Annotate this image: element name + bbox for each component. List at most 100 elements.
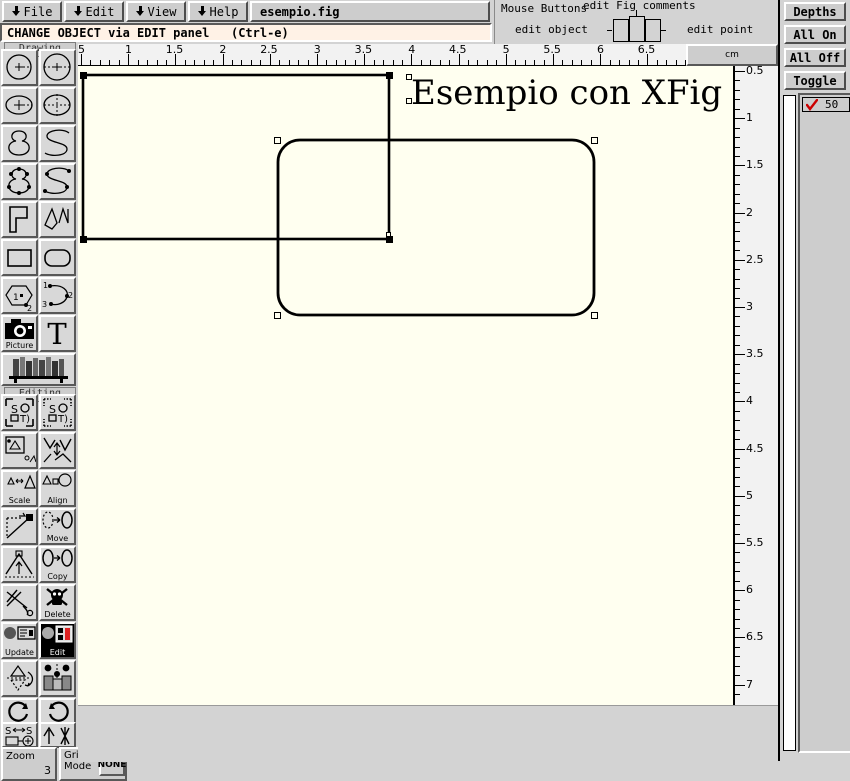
glue-objects-tool[interactable]: S T) xyxy=(1,394,38,431)
ruler-tick xyxy=(735,222,740,224)
move-point-tool[interactable] xyxy=(1,508,38,545)
flip-object-tool[interactable] xyxy=(1,660,38,697)
svg-text:T): T) xyxy=(19,414,30,425)
scale-icon xyxy=(7,474,36,489)
move-object-icon xyxy=(42,511,73,529)
ruler-tick xyxy=(735,231,740,233)
ruler-tick xyxy=(735,137,740,139)
selection-handle-round-center[interactable] xyxy=(386,232,391,237)
selection-handle-round-tl[interactable] xyxy=(274,137,281,144)
selection-handle-text-bottom[interactable] xyxy=(406,98,412,104)
scale-tool[interactable]: Scale xyxy=(1,470,38,507)
selection-handle-text-top[interactable] xyxy=(406,74,412,80)
ruler-tick xyxy=(203,60,205,65)
ruler-tick xyxy=(420,60,422,65)
ruler-tick xyxy=(675,60,677,65)
menu-help[interactable]: Help xyxy=(188,1,248,22)
box-tool[interactable] xyxy=(1,239,38,276)
ruler-tick xyxy=(439,60,441,65)
align-tool[interactable]: Align xyxy=(39,470,76,507)
ellipse-radius-icon xyxy=(5,95,33,115)
circle-radius-icon xyxy=(6,54,32,80)
update-object-tool[interactable]: Update xyxy=(1,622,38,659)
edit-object-tool[interactable]: Edit xyxy=(39,622,76,659)
toggle-button[interactable]: Toggle xyxy=(784,71,846,90)
ruler-tick xyxy=(735,609,740,611)
open-interpolated-spline-tool[interactable] xyxy=(39,163,76,200)
circle-by-radius-tool[interactable] xyxy=(1,49,38,86)
selection-handle-rect-br[interactable] xyxy=(386,236,393,243)
horizontal-ruler[interactable]: 5 1 1.5 2 2.5 3 3.5 4 4.5 5 5.5 6 6.5 xyxy=(78,44,778,66)
unit-indicator[interactable]: cm xyxy=(686,44,778,66)
selection-handle-round-tr[interactable] xyxy=(591,137,598,144)
add-point-icon xyxy=(5,550,34,578)
svg-text:3: 3 xyxy=(42,300,47,309)
filename-display[interactable]: esempio.fig xyxy=(250,1,490,22)
add-point-tool[interactable] xyxy=(1,546,38,583)
mirror-object-tool[interactable] xyxy=(39,660,76,697)
ruler-tick xyxy=(735,561,740,563)
delete-point-tool[interactable] xyxy=(1,584,38,621)
ruler-label: 4.5 xyxy=(746,441,764,455)
ruler-tick xyxy=(666,60,668,65)
delete-object-tool[interactable]: Delete xyxy=(39,584,76,621)
ruler-tick xyxy=(562,60,564,65)
selection-handle-rect-tl[interactable] xyxy=(80,72,87,79)
ruler-label: 4 xyxy=(746,394,753,408)
library-object-tool[interactable] xyxy=(1,353,76,386)
cut-split-tool[interactable] xyxy=(39,722,76,748)
ruler-label: 2 xyxy=(746,205,753,219)
mouse-right-leader xyxy=(661,30,666,31)
regular-polygon-tool[interactable]: 1 2 xyxy=(1,277,38,314)
vertical-ruler[interactable]: 0.5 1 1.5 2 2.5 3 3.5 4 4.5 5 5.5 6 6.5 7 xyxy=(735,66,778,705)
closed-interpolated-spline-tool[interactable] xyxy=(1,163,38,200)
glue-compound-icon: S T) xyxy=(5,398,34,427)
selection-handle-round-br[interactable] xyxy=(591,312,598,319)
arc-tool[interactable]: 1 2 3 xyxy=(39,277,76,314)
ruler-tick xyxy=(735,325,740,327)
copy-object-tool[interactable]: Copy xyxy=(39,546,76,583)
selection-handle-rect-tr[interactable] xyxy=(386,72,393,79)
convert-object-tool[interactable]: S S xyxy=(1,722,38,748)
ruler-tick xyxy=(735,467,740,469)
rounded-box-tool[interactable] xyxy=(39,239,76,276)
arc-icon: 1 2 3 xyxy=(42,281,73,309)
closed-spline-tool[interactable] xyxy=(1,125,38,162)
menu-edit[interactable]: Edit xyxy=(64,1,124,22)
circle-by-diameter-tool[interactable] xyxy=(39,49,76,86)
zoom-control[interactable]: Zoom 3 xyxy=(1,747,57,781)
polyline-tool[interactable] xyxy=(1,201,38,238)
mouse-right-button-icon xyxy=(645,19,661,42)
menu-view[interactable]: View xyxy=(126,1,186,22)
ruler-tick xyxy=(735,155,740,157)
all-off-button[interactable]: All Off xyxy=(784,48,846,67)
depth-list-item[interactable]: 50 xyxy=(802,97,850,112)
polygon-tool[interactable] xyxy=(39,201,76,238)
ruler-tick xyxy=(515,60,517,65)
rotate-ccw-icon xyxy=(48,701,69,722)
move-object-tool[interactable]: Move xyxy=(39,508,76,545)
open-spline-tool[interactable] xyxy=(39,125,76,162)
join-split-tool[interactable] xyxy=(39,432,76,469)
picture-object-tool[interactable]: Picture xyxy=(1,315,38,352)
ellipse-by-radius-tool[interactable] xyxy=(1,87,38,124)
depths-title-button[interactable]: Depths xyxy=(784,2,846,21)
polygon-icon xyxy=(44,206,69,230)
open-compound-tool[interactable] xyxy=(1,432,38,469)
ruler-tick xyxy=(735,684,745,686)
drawing-canvas[interactable]: Esempio con XFig xyxy=(78,66,735,705)
selection-handle-rect-bl[interactable] xyxy=(80,236,87,243)
menu-file[interactable]: File xyxy=(2,1,62,22)
text-tool[interactable]: T xyxy=(39,315,76,352)
open-interp-spline-icon xyxy=(43,167,71,194)
depth-scrollbar[interactable] xyxy=(783,95,796,751)
all-on-button[interactable]: All On xyxy=(784,25,846,44)
tool-palette: Drawing xyxy=(0,42,127,781)
selection-handle-round-bl[interactable] xyxy=(274,312,281,319)
ellipse-by-diameter-tool[interactable] xyxy=(39,87,76,124)
ruler-tick xyxy=(735,439,740,441)
depth-list: 50 xyxy=(798,93,850,753)
ruler-label: 3.5 xyxy=(354,44,373,56)
ruler-tick xyxy=(735,571,740,573)
break-compound-tool[interactable]: S T) xyxy=(39,394,76,431)
